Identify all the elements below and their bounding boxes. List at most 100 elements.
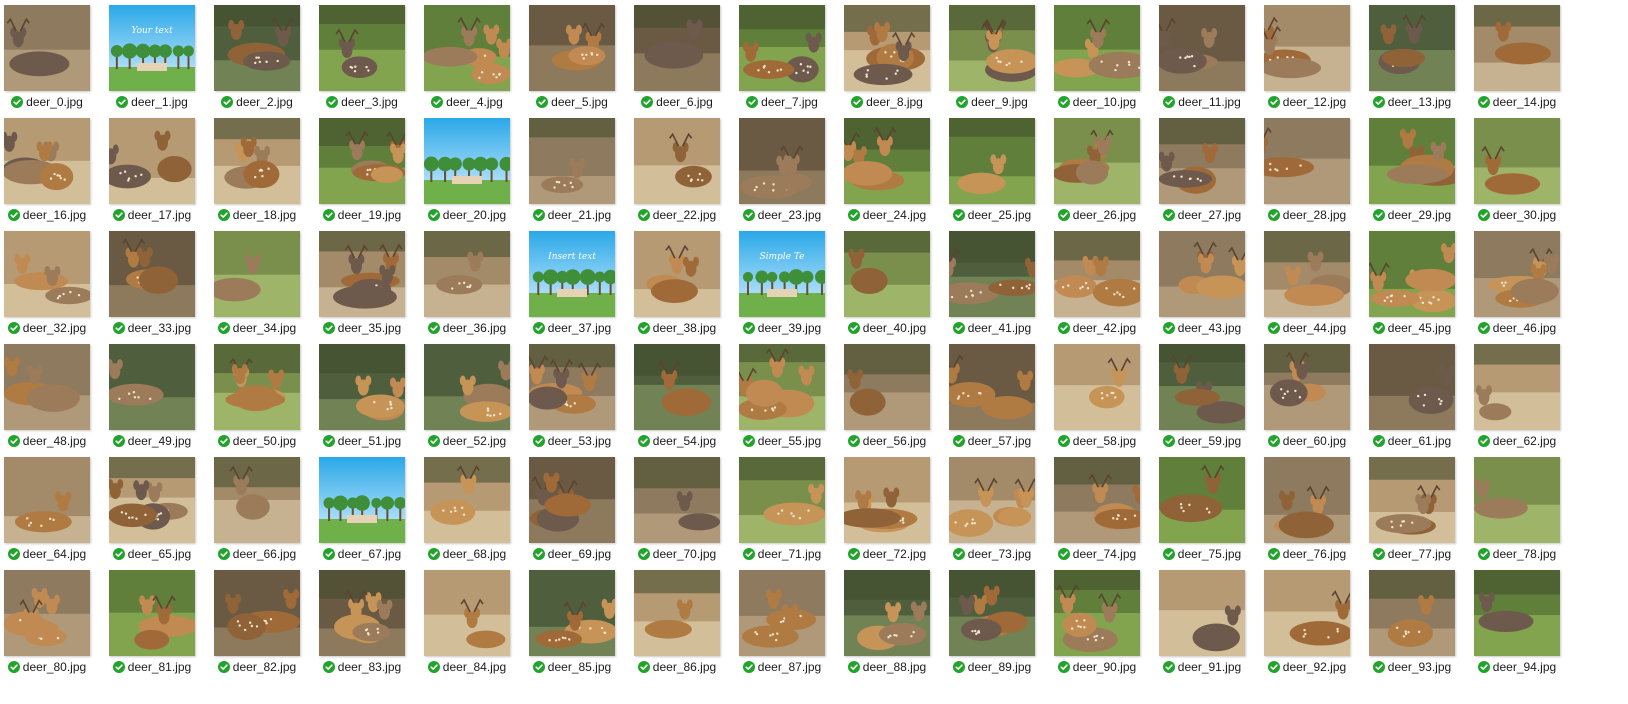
file-thumbnail[interactable] (1474, 344, 1560, 430)
file-thumbnail[interactable] (214, 344, 300, 430)
file-tile[interactable]: deer_70.jpg (630, 452, 735, 565)
file-thumbnail[interactable] (529, 118, 615, 204)
file-tile[interactable]: deer_50.jpg (210, 339, 315, 452)
file-tile[interactable]: deer_85.jpg (525, 565, 630, 678)
file-tile[interactable]: deer_8.jpg (840, 0, 945, 113)
file-caption[interactable]: deer_12.jpg (1260, 91, 1354, 113)
file-thumbnail[interactable] (1369, 5, 1455, 91)
file-tile[interactable]: deer_77.jpg (1365, 452, 1470, 565)
file-thumbnail[interactable] (319, 5, 405, 91)
file-caption[interactable]: deer_56.jpg (840, 430, 934, 452)
file-thumbnail[interactable] (4, 457, 90, 543)
file-tile[interactable]: deer_25.jpg (945, 113, 1050, 226)
file-caption[interactable]: deer_88.jpg (840, 656, 934, 678)
file-tile[interactable]: deer_45.jpg (1365, 226, 1470, 339)
file-thumbnail[interactable] (109, 118, 195, 204)
file-tile[interactable]: deer_41.jpg (945, 226, 1050, 339)
file-caption[interactable]: deer_53.jpg (525, 430, 619, 452)
file-tile[interactable]: deer_28.jpg (1260, 113, 1365, 226)
file-caption[interactable]: deer_29.jpg (1365, 204, 1459, 226)
file-caption[interactable]: deer_34.jpg (210, 317, 304, 339)
file-thumbnail[interactable] (4, 231, 90, 317)
file-tile[interactable]: deer_2.jpg (210, 0, 315, 113)
file-thumbnail[interactable] (949, 118, 1035, 204)
file-tile[interactable]: deer_87.jpg (735, 565, 840, 678)
file-caption[interactable]: deer_4.jpg (420, 91, 514, 113)
file-thumbnail[interactable] (634, 344, 720, 430)
file-caption[interactable]: deer_58.jpg (1050, 430, 1144, 452)
file-thumbnail[interactable] (739, 457, 825, 543)
file-tile[interactable]: deer_54.jpg (630, 339, 735, 452)
file-thumbnail[interactable] (1054, 231, 1140, 317)
file-thumbnail[interactable]: Simple Te (739, 231, 825, 317)
file-tile[interactable]: deer_62.jpg (1470, 339, 1575, 452)
file-tile[interactable]: deer_16.jpg (0, 113, 105, 226)
file-thumbnail[interactable] (949, 457, 1035, 543)
file-caption[interactable]: deer_27.jpg (1155, 204, 1249, 226)
file-tile[interactable]: deer_26.jpg (1050, 113, 1155, 226)
file-thumbnail[interactable] (1369, 118, 1455, 204)
file-thumbnail[interactable] (109, 570, 195, 656)
file-tile[interactable]: deer_72.jpg (840, 452, 945, 565)
file-caption[interactable]: deer_24.jpg (840, 204, 934, 226)
file-tile[interactable]: deer_61.jpg (1365, 339, 1470, 452)
file-caption[interactable]: deer_74.jpg (1050, 543, 1144, 565)
file-thumbnail[interactable] (529, 344, 615, 430)
file-caption[interactable]: deer_87.jpg (735, 656, 829, 678)
file-tile[interactable]: deer_94.jpg (1470, 565, 1575, 678)
file-caption[interactable]: deer_5.jpg (525, 91, 619, 113)
file-caption[interactable]: deer_91.jpg (1155, 656, 1249, 678)
file-thumbnail[interactable] (1369, 570, 1455, 656)
file-tile[interactable]: deer_19.jpg (315, 113, 420, 226)
file-caption[interactable]: deer_71.jpg (735, 543, 829, 565)
file-caption[interactable]: deer_33.jpg (105, 317, 199, 339)
file-caption[interactable]: deer_21.jpg (525, 204, 619, 226)
file-thumbnail[interactable] (1474, 457, 1560, 543)
file-caption[interactable]: deer_66.jpg (210, 543, 304, 565)
file-tile[interactable]: deer_10.jpg (1050, 0, 1155, 113)
file-thumbnail[interactable] (424, 570, 510, 656)
file-thumbnail[interactable] (214, 5, 300, 91)
file-thumbnail[interactable] (529, 570, 615, 656)
file-caption[interactable]: deer_46.jpg (1470, 317, 1564, 339)
file-caption[interactable]: deer_84.jpg (420, 656, 514, 678)
file-tile[interactable]: deer_91.jpg (1155, 565, 1260, 678)
file-tile[interactable]: deer_44.jpg (1260, 226, 1365, 339)
file-caption[interactable]: deer_61.jpg (1365, 430, 1459, 452)
file-caption[interactable]: deer_52.jpg (420, 430, 514, 452)
file-tile[interactable]: deer_32.jpg (0, 226, 105, 339)
file-tile[interactable]: deer_46.jpg (1470, 226, 1575, 339)
file-thumbnail[interactable] (634, 5, 720, 91)
file-tile[interactable]: deer_78.jpg (1470, 452, 1575, 565)
file-caption[interactable]: deer_17.jpg (105, 204, 199, 226)
file-caption[interactable]: deer_26.jpg (1050, 204, 1144, 226)
file-tile[interactable]: deer_81.jpg (105, 565, 210, 678)
file-caption[interactable]: deer_11.jpg (1155, 91, 1249, 113)
file-caption[interactable]: deer_20.jpg (420, 204, 514, 226)
file-tile[interactable]: deer_4.jpg (420, 0, 525, 113)
file-tile[interactable]: deer_51.jpg (315, 339, 420, 452)
file-thumbnail[interactable] (1369, 344, 1455, 430)
file-tile[interactable]: deer_84.jpg (420, 565, 525, 678)
file-thumbnail[interactable] (424, 344, 510, 430)
file-thumbnail[interactable] (844, 457, 930, 543)
file-caption[interactable]: deer_23.jpg (735, 204, 829, 226)
file-tile[interactable]: deer_89.jpg (945, 565, 1050, 678)
file-thumbnail[interactable] (424, 231, 510, 317)
file-thumbnail[interactable] (949, 5, 1035, 91)
file-tile[interactable]: deer_38.jpg (630, 226, 735, 339)
file-tile[interactable]: deer_40.jpg (840, 226, 945, 339)
file-thumbnail[interactable] (319, 457, 405, 543)
file-caption[interactable]: deer_30.jpg (1470, 204, 1564, 226)
file-caption[interactable]: deer_48.jpg (0, 430, 94, 452)
file-thumbnail[interactable] (319, 118, 405, 204)
file-thumbnail[interactable] (424, 457, 510, 543)
file-thumbnail[interactable] (1474, 231, 1560, 317)
file-thumbnail[interactable] (109, 344, 195, 430)
file-thumbnail[interactable] (4, 570, 90, 656)
file-caption[interactable]: deer_45.jpg (1365, 317, 1459, 339)
file-caption[interactable]: deer_78.jpg (1470, 543, 1564, 565)
file-caption[interactable]: deer_36.jpg (420, 317, 514, 339)
file-tile[interactable]: deer_20.jpg (420, 113, 525, 226)
file-thumbnail[interactable] (1159, 570, 1245, 656)
